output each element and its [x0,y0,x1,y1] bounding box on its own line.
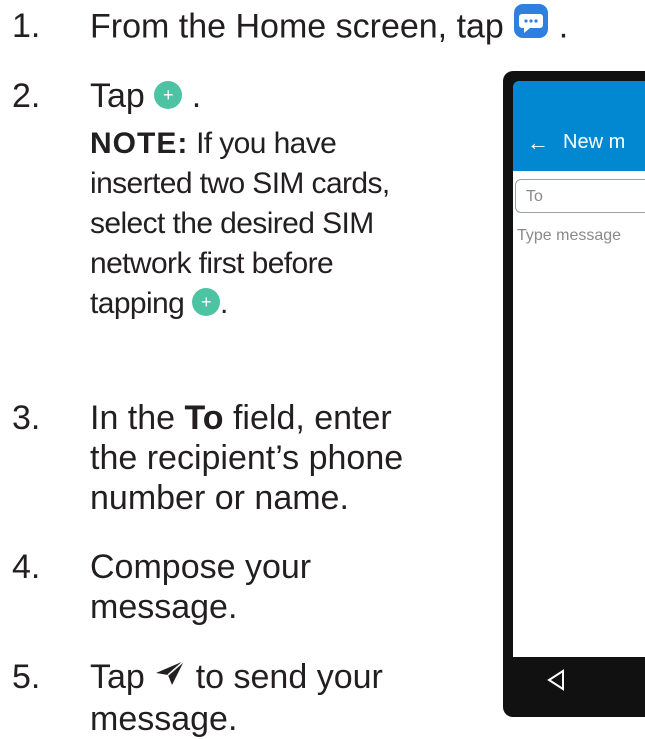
step-number: 1. [12,7,41,45]
step-number: 3. [12,399,41,437]
phone-screenshot: ← New m To Type message [503,71,645,717]
back-arrow-icon[interactable]: ← [527,130,549,156]
phone-compose-screen: To Type message [513,171,645,657]
phone-status-bar [513,81,645,116]
note-line-3: select the desired SIM [90,207,374,240]
note-line-4: network first before [90,247,334,280]
step-text: Tap to send your message. [90,656,383,739]
step-number: 2. [12,77,41,115]
step-text: Tap + . [90,76,201,116]
send-icon [154,656,186,696]
message-field[interactable]: Type message [517,227,621,245]
sim-note: NOTE: If you have inserted two SIM cards… [90,124,390,324]
note-line-1: NOTE: If you have [90,127,337,160]
new-message-plus-icon: + [154,81,183,110]
step-text-after: . [558,7,569,46]
step-text-before: From the Home screen, tap [90,7,514,46]
step-number: 5. [12,658,41,696]
step-number: 4. [12,548,41,586]
phone-app-bar: ← New m [513,116,645,171]
new-message-plus-icon: + [191,288,220,317]
step-text: From the Home screen, tap . [90,3,569,51]
messages-app-icon [513,3,549,48]
note-label: NOTE: [90,127,189,160]
step-text: In the To field, enter the recipient’s p… [90,399,404,517]
step-text-after: . [191,77,202,115]
nav-back-icon[interactable] [546,669,566,696]
to-field-label: To [184,399,224,437]
step-text-before: Tap [90,77,155,115]
phone-nav-bar [513,657,645,717]
new-message-title: New m [563,131,626,153]
note-line-2: inserted two SIM cards, [90,167,390,200]
note-line-5: tapping +. [90,287,228,320]
step-text: Compose your message. [90,548,312,626]
to-field[interactable]: To [515,179,645,213]
